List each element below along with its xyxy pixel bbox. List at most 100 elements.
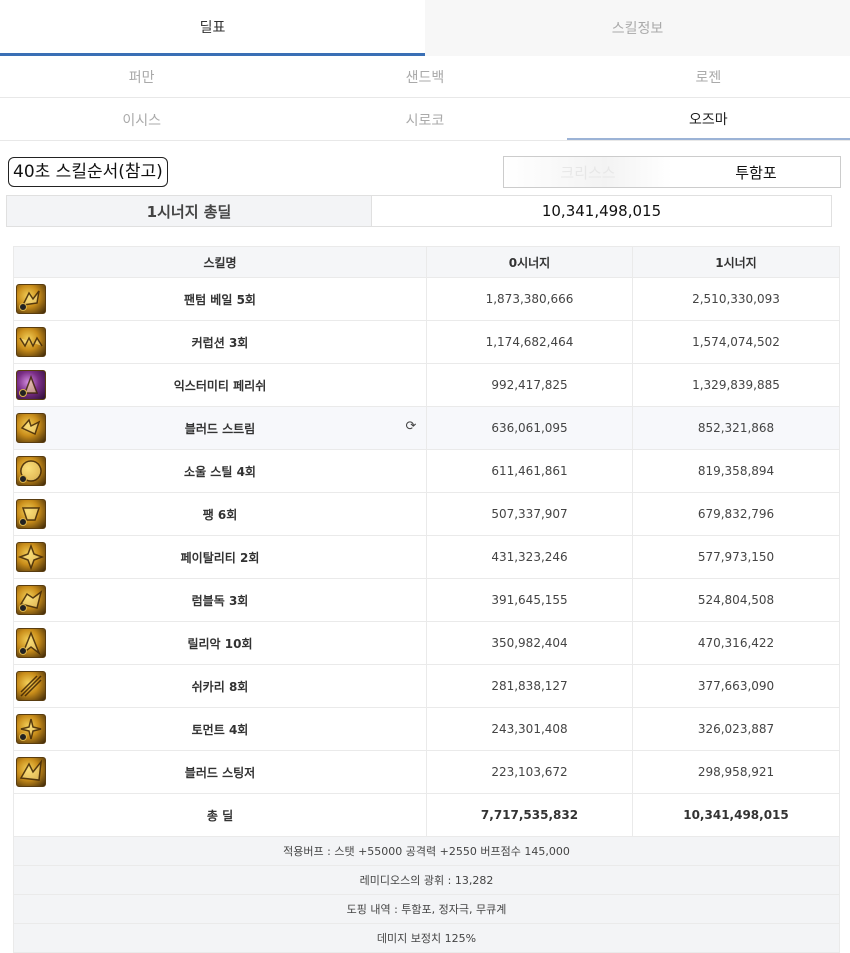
- skill-damage-table: 스킬명 0시너지 1시너지 팬텀 베일 5회 1,873,380,666 2,510…: [13, 246, 840, 953]
- table-row: 토먼트 4회 243,301,408 326,023,887: [13, 707, 840, 751]
- skill-icon: [16, 628, 46, 658]
- total-label-cell: 총 딜: [13, 793, 427, 837]
- table-row: 팽 6회 507,337,907 679,832,796: [13, 492, 840, 536]
- tab-boss-sandbag[interactable]: 샌드백: [283, 56, 566, 97]
- header-skill-name: 스킬명: [13, 246, 427, 278]
- skill-name: 럼블독 3회: [191, 593, 249, 608]
- tab-boss-siroco[interactable]: 시로코: [283, 99, 566, 140]
- synergy-0-value: 611,461,861: [426, 449, 633, 493]
- total-damage-label: 1시너지 총딜: [7, 196, 372, 226]
- tab-skill-info[interactable]: 스킬정보: [425, 0, 850, 56]
- table-row: 블러드 스트림 ⟳ 636,061,095 852,321,868: [13, 406, 840, 450]
- main-tabs: 딜표 스킬정보: [0, 0, 850, 56]
- boss-tabs-row-1: 퍼만 샌드백 로젠: [0, 56, 850, 98]
- skill-icon: [16, 542, 46, 572]
- synergy-0-value: 636,061,095: [426, 406, 633, 450]
- mode-toggle: 크리스스 투함포: [503, 156, 841, 188]
- skill-name-cell: 릴리악 10회: [13, 621, 427, 665]
- skill-name-cell: 페이탈리티 2회: [13, 535, 427, 579]
- skill-icon: [16, 327, 46, 357]
- skill-name: 쉬카리 8회: [191, 679, 249, 694]
- skill-icon: [16, 671, 46, 701]
- skill-icon: [16, 370, 46, 400]
- table-total-row: 총 딜 7,717,535,832 10,341,498,015: [13, 793, 840, 837]
- skill-name: 페이탈리티 2회: [180, 550, 260, 565]
- skill-icon: [16, 757, 46, 787]
- info-text: 적용버프 : 스탯 +55000 공격력 +2550 버프점수 145,000: [13, 836, 840, 866]
- total-synergy-0: 7,717,535,832: [426, 793, 633, 837]
- synergy-0-value: 223,103,672: [426, 750, 633, 794]
- skill-name-cell: 팬텀 베일 5회: [13, 277, 427, 321]
- skill-icon: [16, 456, 46, 486]
- skill-icon: [16, 585, 46, 615]
- synergy-1-value: 326,023,887: [632, 707, 840, 751]
- synergy-1-value: 819,358,894: [632, 449, 840, 493]
- skill-name: 익스터미티 페리쉬: [173, 378, 267, 393]
- synergy-1-value: 1,329,839,885: [632, 363, 840, 407]
- header-synergy-0: 0시너지: [426, 246, 633, 278]
- info-row: 도핑 내역 : 투함포, 정자극, 무큐계: [13, 894, 840, 924]
- synergy-0-value: 243,301,408: [426, 707, 633, 751]
- total-damage-value: 10,341,498,015: [541, 202, 662, 220]
- skill-name: 커럽션 3회: [191, 335, 249, 350]
- buff-badge-icon: [19, 518, 27, 526]
- total-damage-summary: 1시너지 총딜 10,341,498,015: [6, 195, 832, 227]
- info-row: 데미지 보정치 125%: [13, 923, 840, 953]
- table-row: 커럽션 3회 1,174,682,464 1,574,074,502: [13, 320, 840, 364]
- boss-tabs-row-2: 이시스 시로코 오즈마: [0, 99, 850, 141]
- skill-name: 릴리악 10회: [187, 636, 253, 651]
- skill-order-button[interactable]: 40초 스킬순서(참고): [8, 157, 168, 187]
- skill-name-cell: 소울 스틸 4회: [13, 449, 427, 493]
- table-row: 블러드 스팅저 223,103,672 298,958,921: [13, 750, 840, 794]
- mode-option-tuhampo[interactable]: 투함포: [672, 157, 840, 187]
- buff-badge-icon: [19, 389, 27, 397]
- synergy-1-value: 1,574,074,502: [632, 320, 840, 364]
- synergy-0-value: 350,982,404: [426, 621, 633, 665]
- synergy-1-value: 852,321,868: [632, 406, 840, 450]
- synergy-1-value: 470,316,422: [632, 621, 840, 665]
- synergy-0-value: 1,873,380,666: [426, 277, 633, 321]
- tab-boss-isis[interactable]: 이시스: [0, 99, 283, 140]
- synergy-0-value: 281,838,127: [426, 664, 633, 708]
- skill-name: 블러드 스팅저: [184, 765, 256, 780]
- tab-damage-table[interactable]: 딜표: [0, 0, 425, 56]
- synergy-0-value: 992,417,825: [426, 363, 633, 407]
- buff-badge-icon: [19, 303, 27, 311]
- table-row: 쉬카리 8회 281,838,127 377,663,090: [13, 664, 840, 708]
- buff-badge-icon: [19, 647, 27, 655]
- skill-name: 소울 스틸 4회: [184, 464, 256, 479]
- synergy-1-value: 298,958,921: [632, 750, 840, 794]
- mode-option-cris[interactable]: 크리스스: [504, 157, 672, 187]
- header-synergy-1: 1시너지: [632, 246, 840, 278]
- tab-boss-perman[interactable]: 퍼만: [0, 56, 283, 97]
- buff-badge-icon: [19, 475, 27, 483]
- refresh-icon[interactable]: ⟳: [404, 420, 418, 434]
- skill-name-cell: 블러드 스트림 ⟳: [13, 406, 427, 450]
- skill-icon: [16, 284, 46, 314]
- skill-name: 팽 6회: [202, 507, 238, 522]
- skill-name-cell: 쉬카리 8회: [13, 664, 427, 708]
- synergy-1-value: 2,510,330,093: [632, 277, 840, 321]
- buff-badge-icon: [19, 604, 27, 612]
- skill-name: 블러드 스트림: [184, 421, 256, 436]
- skill-icon: [16, 499, 46, 529]
- table-row: 소울 스틸 4회 611,461,861 819,358,894: [13, 449, 840, 493]
- tab-boss-ozma[interactable]: 오즈마: [566, 99, 850, 140]
- tab-boss-rosen[interactable]: 로젠: [567, 56, 850, 97]
- synergy-0-value: 391,645,155: [426, 578, 633, 622]
- synergy-0-value: 1,174,682,464: [426, 320, 633, 364]
- info-row: 적용버프 : 스탯 +55000 공격력 +2550 버프점수 145,000: [13, 836, 840, 866]
- info-text: 도핑 내역 : 투함포, 정자극, 무큐계: [13, 894, 840, 924]
- synergy-1-value: 524,804,508: [632, 578, 840, 622]
- synergy-0-value: 507,337,907: [426, 492, 633, 536]
- synergy-1-value: 679,832,796: [632, 492, 840, 536]
- skill-name: 토먼트 4회: [191, 722, 249, 737]
- info-text: 레미디오스의 광휘 : 13,282: [13, 865, 840, 895]
- skill-name-cell: 커럽션 3회: [13, 320, 427, 364]
- skill-icon: [16, 413, 46, 443]
- synergy-0-value: 431,323,246: [426, 535, 633, 579]
- table-row: 페이탈리티 2회 431,323,246 577,973,150: [13, 535, 840, 579]
- skill-name-cell: 블러드 스팅저: [13, 750, 427, 794]
- skill-name: 팬텀 베일 5회: [184, 292, 256, 307]
- table-row: 럼블독 3회 391,645,155 524,804,508: [13, 578, 840, 622]
